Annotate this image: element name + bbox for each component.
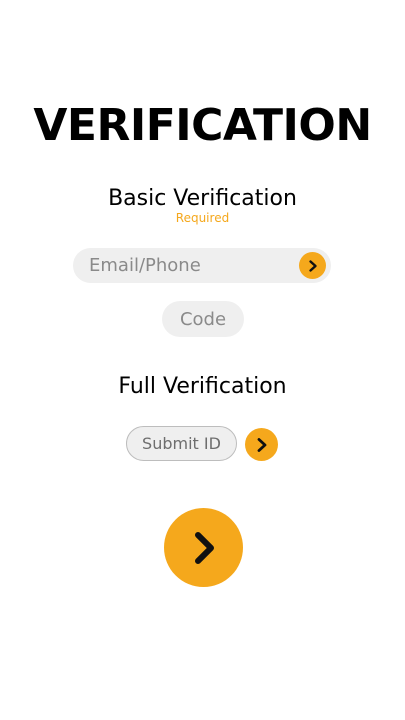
- chevron-right-icon: [194, 531, 214, 564]
- submit-id-go-button[interactable]: [245, 428, 278, 461]
- continue-button[interactable]: [164, 508, 243, 587]
- submit-id-button[interactable]: Submit ID: [126, 426, 237, 461]
- email-phone-input[interactable]: [89, 248, 289, 283]
- email-phone-field: [73, 248, 331, 283]
- basic-verification-heading: Basic Verification: [108, 186, 297, 211]
- email-submit-button[interactable]: [299, 252, 326, 279]
- chevron-right-icon: [257, 437, 266, 452]
- page-title: VERIFICATION: [33, 100, 372, 151]
- required-label: Required: [175, 211, 230, 225]
- code-field: [162, 301, 244, 337]
- chevron-right-icon: [308, 259, 317, 272]
- code-input[interactable]: [162, 301, 244, 337]
- full-verification-heading: Full Verification: [118, 374, 287, 399]
